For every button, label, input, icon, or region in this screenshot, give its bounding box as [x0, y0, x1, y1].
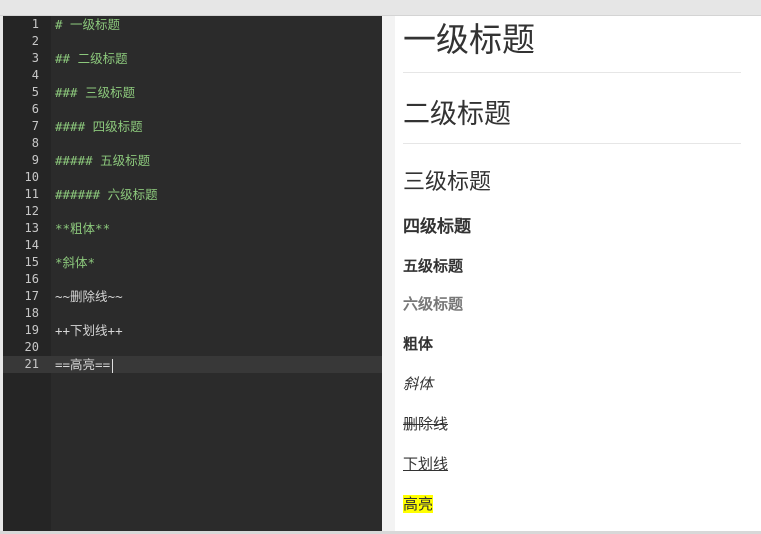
preview-h5: 五级标题 — [403, 257, 464, 275]
line-number: 18 — [24, 306, 39, 320]
line-text: *斜体* — [55, 255, 96, 270]
editor-line[interactable]: 6 — [3, 101, 382, 118]
editor-line[interactable]: 2 — [3, 33, 382, 50]
markdown-preview: 一级标题 二级标题 三级标题 四级标题 五级标题 六级标题 粗体 斜体 删除线 … — [395, 16, 761, 531]
line-number: 21 — [24, 357, 39, 371]
line-number: 1 — [31, 17, 39, 31]
editor-line[interactable]: 9 ##### 五级标题 — [3, 152, 382, 169]
editor-line[interactable]: 10 — [3, 169, 382, 186]
editor-line[interactable]: 15 *斜体* — [3, 254, 382, 271]
top-toolbar — [0, 0, 761, 16]
preview-strikethrough: 删除线 — [403, 415, 449, 433]
line-text: #### 四级标题 — [55, 119, 143, 134]
preview-h3: 三级标题 — [403, 170, 492, 195]
line-text: ~~删除线~~ — [55, 289, 123, 304]
line-number: 13 — [24, 221, 39, 235]
line-number: 16 — [24, 272, 39, 286]
line-number: 8 — [31, 136, 39, 150]
preview-underline: 下划线 — [403, 455, 449, 473]
editor-line[interactable]: 14 — [3, 237, 382, 254]
line-number: 5 — [31, 85, 39, 99]
editor-line[interactable]: 8 — [3, 135, 382, 152]
preview-h6: 六级标题 — [403, 295, 464, 313]
editor-line[interactable]: 3 ## 二级标题 — [3, 50, 382, 67]
editor-line[interactable]: 16 — [3, 271, 382, 288]
line-number: 14 — [24, 238, 39, 252]
line-number: 10 — [24, 170, 39, 184]
editor-line-active[interactable]: 21 ==高亮== — [3, 356, 382, 373]
editor-line[interactable]: 19 ++下划线++ — [3, 322, 382, 339]
editor-line[interactable]: 7 #### 四级标题 — [3, 118, 382, 135]
line-number: 3 — [31, 51, 39, 65]
line-number: 19 — [24, 323, 39, 337]
text-cursor — [112, 358, 114, 373]
pane-divider[interactable] — [382, 16, 395, 531]
line-text: **粗体** — [55, 221, 111, 236]
line-text: ==高亮== — [55, 357, 111, 372]
editor-line[interactable]: 12 — [3, 203, 382, 220]
line-number: 17 — [24, 289, 39, 303]
preview-h4: 四级标题 — [403, 217, 471, 237]
line-text: ###### 六级标题 — [55, 187, 158, 202]
editor-line[interactable]: 11 ###### 六级标题 — [3, 186, 382, 203]
editor-line[interactable]: 20 — [3, 339, 382, 356]
line-text: ++下划线++ — [55, 323, 123, 338]
line-text: ##### 五级标题 — [55, 153, 151, 168]
preview-h1: 一级标题 — [403, 18, 741, 73]
line-text: # 一级标题 — [55, 17, 121, 32]
line-number: 6 — [31, 102, 39, 116]
line-number: 7 — [31, 119, 39, 133]
line-number: 4 — [31, 68, 39, 82]
editor-line[interactable]: 17 ~~删除线~~ — [3, 288, 382, 305]
line-number: 15 — [24, 255, 39, 269]
line-text: ### 三级标题 — [55, 85, 136, 100]
editor-line[interactable]: 4 — [3, 67, 382, 84]
line-number: 11 — [24, 187, 39, 201]
line-text-with-cursor: ==高亮== — [55, 356, 114, 373]
line-number: 2 — [31, 34, 39, 48]
line-number: 9 — [31, 153, 39, 167]
editor-line[interactable]: 1 # 一级标题 — [3, 16, 382, 33]
editor-line[interactable]: 13 **粗体** — [3, 220, 382, 237]
preview-h2: 二级标题 — [403, 97, 741, 144]
line-number: 20 — [24, 340, 39, 354]
preview-highlight: 高亮 — [403, 495, 434, 513]
markdown-editor[interactable]: 1 # 一级标题 2 3 ## 二级标题 4 5 ### 三级标题 6 7 #### 四… — [3, 16, 382, 531]
line-text: ## 二级标题 — [55, 51, 128, 66]
editor-lines: 1 # 一级标题 2 3 ## 二级标题 4 5 ### 三级标题 6 7 #### 四… — [3, 16, 382, 373]
preview-highlight-para: 高亮 — [403, 492, 741, 516]
line-number: 12 — [24, 204, 39, 218]
preview-italic: 斜体 — [403, 375, 434, 393]
editor-line[interactable]: 18 — [3, 305, 382, 322]
editor-line[interactable]: 5 ### 三级标题 — [3, 84, 382, 101]
preview-bold: 粗体 — [403, 335, 434, 353]
